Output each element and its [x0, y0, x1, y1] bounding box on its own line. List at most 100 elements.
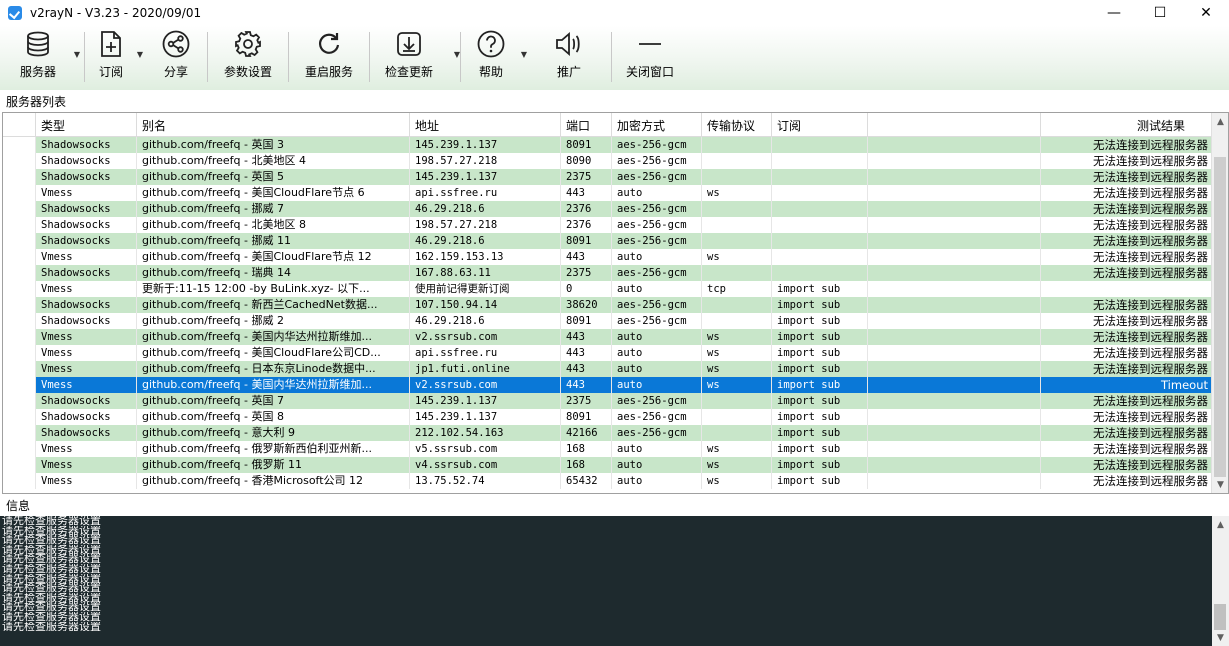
row-select-cell — [3, 329, 36, 345]
security-cell: aes-256-gcm — [612, 233, 702, 249]
alias-cell: github.com/freefq - 俄罗斯 11 — [137, 457, 410, 473]
scrollbar-thumb[interactable] — [1214, 157, 1226, 477]
column-header-address[interactable]: 地址 — [410, 113, 561, 137]
column-header-select[interactable] — [3, 113, 36, 137]
security-cell: auto — [612, 361, 702, 377]
column-header-alias[interactable]: 别名 — [137, 113, 410, 137]
row-select-cell — [3, 457, 36, 473]
table-row[interactable]: Shadowsocks github.com/freefq - 新西兰Cached… — [3, 297, 1213, 313]
chevron-down-icon[interactable]: ▼ — [137, 50, 143, 59]
alias-cell: github.com/freefq - 新西兰CachedNet数据... — [137, 297, 410, 313]
scrollbar-thumb[interactable] — [1214, 604, 1226, 630]
subscription-cell: import sub — [772, 441, 868, 457]
gear-icon — [233, 29, 263, 59]
table-row[interactable]: Shadowsocks github.com/freefq - 北美地区 4 198… — [3, 153, 1213, 169]
column-header-blank[interactable] — [868, 113, 1041, 137]
subscription-cell: import sub — [772, 473, 868, 489]
column-header-type[interactable]: 类型 — [36, 113, 137, 137]
address-cell: 13.75.52.74 — [410, 473, 561, 489]
table-row[interactable]: Vmess github.com/freefq - 美国内华达州拉斯维加... v2… — [3, 329, 1213, 345]
table-row[interactable]: Shadowsocks github.com/freefq - 英国 5 145.2… — [3, 169, 1213, 185]
scroll-up-icon[interactable]: ▲ — [1212, 113, 1228, 130]
server-list-grid[interactable]: 类型 别名 地址 端口 加密方式 传输协议 订阅 测试结果 Shadowsock… — [2, 112, 1229, 494]
network-cell: ws — [702, 329, 772, 345]
table-row[interactable]: Shadowsocks github.com/freefq - 挪威 7 46.29… — [3, 201, 1213, 217]
address-cell: 使用前记得更新订阅 — [410, 281, 561, 297]
port-cell: 443 — [561, 329, 612, 345]
test-result-cell: 无法连接到远程服务器 — [1041, 329, 1213, 345]
grid-scrollbar[interactable]: ▲ ▼ — [1211, 113, 1228, 493]
security-cell: aes-256-gcm — [612, 393, 702, 409]
scroll-up-icon[interactable]: ▲ — [1212, 516, 1229, 533]
toolbar-restart-button[interactable]: 重启服务 — [289, 26, 369, 90]
security-cell: aes-256-gcm — [612, 217, 702, 233]
table-row[interactable]: Vmess github.com/freefq - 美国内华达州拉斯维加... v2… — [3, 377, 1213, 393]
info-log-panel[interactable]: 请先检查服务器设置 请先检查服务器设置 请先检查服务器设置 请先检查服务器设置 请先检查… — [0, 516, 1229, 646]
address-cell: 145.239.1.137 — [410, 393, 561, 409]
row-select-cell — [3, 345, 36, 361]
close-button[interactable]: ✕ — [1183, 0, 1229, 26]
toolbar-help-button[interactable]: 帮助 ▼ — [461, 26, 527, 90]
subscription-cell — [772, 233, 868, 249]
column-header-security[interactable]: 加密方式 — [612, 113, 702, 137]
table-row[interactable]: Vmess 更新于:11-15 12:00 -by BuLink.xyz- 以下.… — [3, 281, 1213, 297]
table-row[interactable]: Shadowsocks github.com/freefq - 意大利 9 212.… — [3, 425, 1213, 441]
blank-cell — [868, 169, 1041, 185]
minimize-button[interactable]: — — [1091, 0, 1137, 26]
chevron-down-icon[interactable]: ▼ — [74, 50, 80, 59]
security-cell: aes-256-gcm — [612, 137, 702, 153]
table-row[interactable]: Shadowsocks github.com/freefq - 英国 3 145.2… — [3, 137, 1213, 153]
blank-cell — [868, 313, 1041, 329]
table-row[interactable]: Shadowsocks github.com/freefq - 挪威 2 46.29… — [3, 313, 1213, 329]
network-cell: ws — [702, 185, 772, 201]
log-line: 请先检查服务器设置 — [2, 621, 101, 632]
subscription-cell: import sub — [772, 457, 868, 473]
scroll-down-icon[interactable]: ▼ — [1212, 629, 1229, 646]
table-row[interactable]: Vmess github.com/freefq - 美国CloudFlare公司C… — [3, 345, 1213, 361]
subscription-cell: import sub — [772, 345, 868, 361]
column-header-network[interactable]: 传输协议 — [702, 113, 772, 137]
subscription-cell: import sub — [772, 313, 868, 329]
alias-cell: github.com/freefq - 美国CloudFlare节点 12 — [137, 249, 410, 265]
type-cell: Shadowsocks — [36, 265, 137, 281]
table-row[interactable]: Shadowsocks github.com/freefq - 瑞典 14 167.… — [3, 265, 1213, 281]
table-row[interactable]: Shadowsocks github.com/freefq - 英国 7 145.2… — [3, 393, 1213, 409]
scroll-down-icon[interactable]: ▼ — [1212, 476, 1228, 493]
table-row[interactable]: Vmess github.com/freefq - 美国CloudFlare节点 … — [3, 185, 1213, 201]
security-cell: aes-256-gcm — [612, 153, 702, 169]
toolbar-close-window-button[interactable]: 关闭窗口 — [612, 26, 688, 90]
type-cell: Vmess — [36, 281, 137, 297]
column-header-test-result[interactable]: 测试结果 — [1041, 113, 1213, 137]
alias-cell: github.com/freefq - 英国 8 — [137, 409, 410, 425]
column-header-port[interactable]: 端口 — [561, 113, 612, 137]
table-row[interactable]: Shadowsocks github.com/freefq - 挪威 11 46.2… — [3, 233, 1213, 249]
toolbar-servers-button[interactable]: 服务器 ▼ — [6, 26, 80, 90]
toolbar-check-update-button[interactable]: 检查更新 ▼ — [370, 26, 460, 90]
table-row[interactable]: Vmess github.com/freefq - 日本东京Linode数据中..… — [3, 361, 1213, 377]
table-row[interactable]: Vmess github.com/freefq - 俄罗斯新西伯利亚州新... v5… — [3, 441, 1213, 457]
test-result-cell: 无法连接到远程服务器 — [1041, 409, 1213, 425]
alias-cell: github.com/freefq - 北美地区 4 — [137, 153, 410, 169]
toolbar-settings-button[interactable]: 参数设置 — [208, 26, 288, 90]
toolbar-share-button[interactable]: 分享 — [145, 26, 207, 90]
type-cell: Vmess — [36, 329, 137, 345]
port-cell: 443 — [561, 345, 612, 361]
column-header-subscription[interactable]: 订阅 — [772, 113, 868, 137]
toolbar-subscription-button[interactable]: 订阅 ▼ — [85, 26, 143, 90]
table-row[interactable]: Vmess github.com/freefq - 俄罗斯 11 v4.ssrsub… — [3, 457, 1213, 473]
table-row[interactable]: Vmess github.com/freefq - 美国CloudFlare节点 … — [3, 249, 1213, 265]
toolbar-promote-button[interactable]: 推广 — [527, 26, 611, 90]
blank-cell — [868, 441, 1041, 457]
address-cell: 145.239.1.137 — [410, 409, 561, 425]
info-scrollbar[interactable]: ▲ ▼ — [1212, 516, 1229, 646]
table-row[interactable]: Shadowsocks github.com/freefq - 北美地区 8 198… — [3, 217, 1213, 233]
type-cell: Shadowsocks — [36, 137, 137, 153]
row-select-cell — [3, 425, 36, 441]
port-cell: 168 — [561, 457, 612, 473]
table-row[interactable]: Vmess github.com/freefq - 香港Microsoft公司 1… — [3, 473, 1213, 489]
test-result-cell: 无法连接到远程服务器 — [1041, 441, 1213, 457]
chevron-down-icon[interactable]: ▼ — [454, 50, 460, 59]
maximize-button[interactable]: ☐ — [1137, 0, 1183, 26]
port-cell: 443 — [561, 377, 612, 393]
table-row[interactable]: Shadowsocks github.com/freefq - 英国 8 145.2… — [3, 409, 1213, 425]
